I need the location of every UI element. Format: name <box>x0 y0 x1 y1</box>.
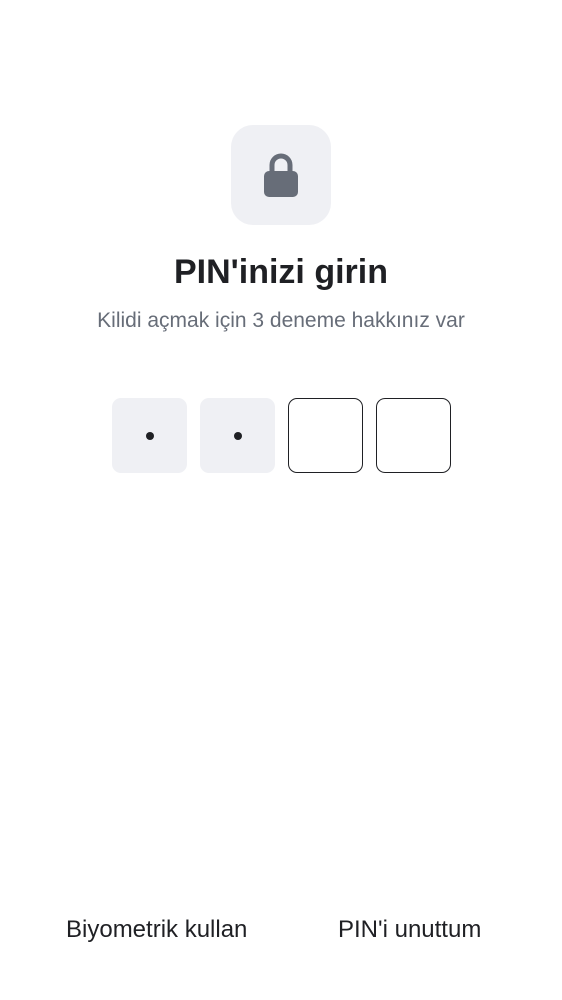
pin-dot <box>233 431 242 440</box>
pin-dot <box>145 431 154 440</box>
pin-digit-box-2[interactable] <box>200 398 275 473</box>
forgot-pin-button[interactable]: PIN'i unuttum <box>338 912 481 948</box>
pin-digit-box-3[interactable] <box>288 398 363 473</box>
pin-input[interactable] <box>112 398 451 473</box>
use-biometric-button[interactable]: Biyometrik kullan <box>66 912 247 948</box>
lock-icon-tile <box>231 125 331 225</box>
pin-digit-box-1[interactable] <box>112 398 187 473</box>
pin-digit-box-4[interactable] <box>376 398 451 473</box>
lock-icon <box>264 153 298 197</box>
page-title: PIN'inizi girin <box>174 253 388 291</box>
attempts-remaining-text: Kilidi açmak için 3 deneme hakkınız var <box>97 309 465 332</box>
